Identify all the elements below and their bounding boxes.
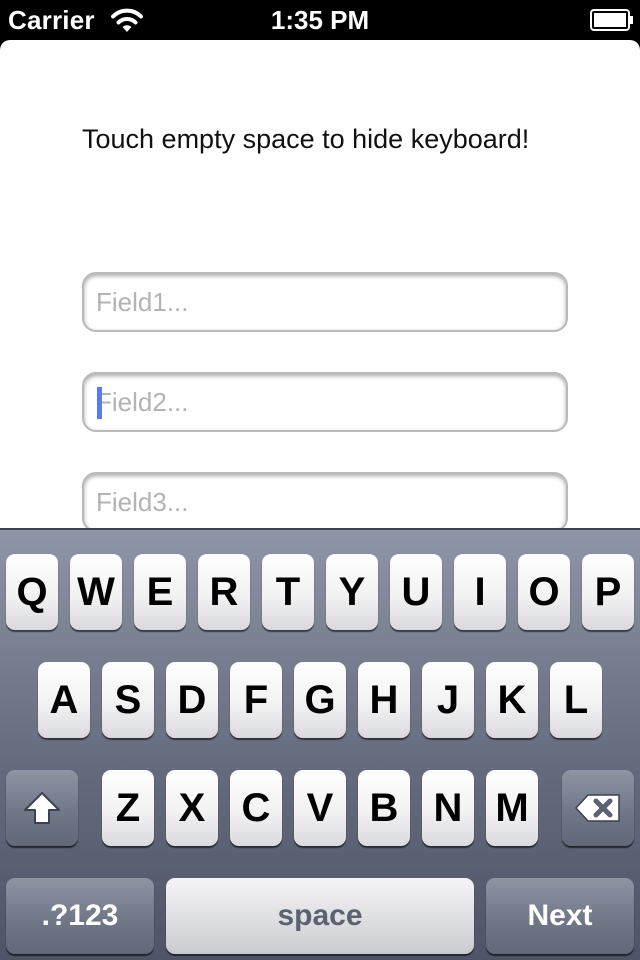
key-o[interactable]: O bbox=[518, 554, 570, 630]
key-l[interactable]: L bbox=[550, 662, 602, 738]
shift-key[interactable] bbox=[6, 770, 78, 846]
key-p[interactable]: P bbox=[582, 554, 634, 630]
field2-input[interactable] bbox=[96, 382, 552, 422]
shift-arrow-icon bbox=[24, 792, 60, 824]
space-key[interactable]: space bbox=[166, 878, 474, 954]
key-a[interactable]: A bbox=[38, 662, 90, 738]
field3-input[interactable] bbox=[96, 482, 552, 522]
key-k[interactable]: K bbox=[486, 662, 538, 738]
key-h[interactable]: H bbox=[358, 662, 410, 738]
content-area[interactable]: Touch empty space to hide keyboard! bbox=[0, 40, 640, 528]
key-i[interactable]: I bbox=[454, 554, 506, 630]
next-key[interactable]: Next bbox=[486, 878, 634, 954]
key-s[interactable]: S bbox=[102, 662, 154, 738]
key-c[interactable]: C bbox=[230, 770, 282, 846]
key-t[interactable]: T bbox=[262, 554, 314, 630]
battery-icon bbox=[590, 9, 633, 31]
status-bar: Carrier 1:35 PM bbox=[0, 0, 640, 40]
key-n[interactable]: N bbox=[422, 770, 474, 846]
key-j[interactable]: J bbox=[422, 662, 474, 738]
key-m[interactable]: M bbox=[486, 770, 538, 846]
key-q[interactable]: Q bbox=[6, 554, 58, 630]
key-f[interactable]: F bbox=[230, 662, 282, 738]
field2-container[interactable] bbox=[82, 372, 568, 432]
key-z[interactable]: Z bbox=[102, 770, 154, 846]
key-v[interactable]: V bbox=[294, 770, 346, 846]
key-e[interactable]: E bbox=[134, 554, 186, 630]
key-g[interactable]: G bbox=[294, 662, 346, 738]
clock: 1:35 PM bbox=[270, 5, 370, 35]
key-u[interactable]: U bbox=[390, 554, 442, 630]
field1-input[interactable] bbox=[96, 282, 552, 322]
hint-label: Touch empty space to hide keyboard! bbox=[82, 124, 530, 154]
numbers-key[interactable]: .?123 bbox=[6, 878, 154, 954]
keyboard: Q W E R T Y U I O P A S D F G H J K L Z … bbox=[0, 528, 640, 960]
key-y[interactable]: Y bbox=[326, 554, 378, 630]
text-caret bbox=[97, 387, 102, 419]
delete-key[interactable] bbox=[562, 770, 634, 846]
field3-container[interactable] bbox=[82, 472, 568, 528]
key-x[interactable]: X bbox=[166, 770, 218, 846]
backspace-icon bbox=[575, 794, 620, 822]
key-r[interactable]: R bbox=[198, 554, 250, 630]
key-d[interactable]: D bbox=[166, 662, 218, 738]
field1-container[interactable] bbox=[82, 272, 568, 332]
key-b[interactable]: B bbox=[358, 770, 410, 846]
screen: Carrier 1:35 PM Touch empty space to hid… bbox=[0, 0, 640, 960]
key-w[interactable]: W bbox=[70, 554, 122, 630]
